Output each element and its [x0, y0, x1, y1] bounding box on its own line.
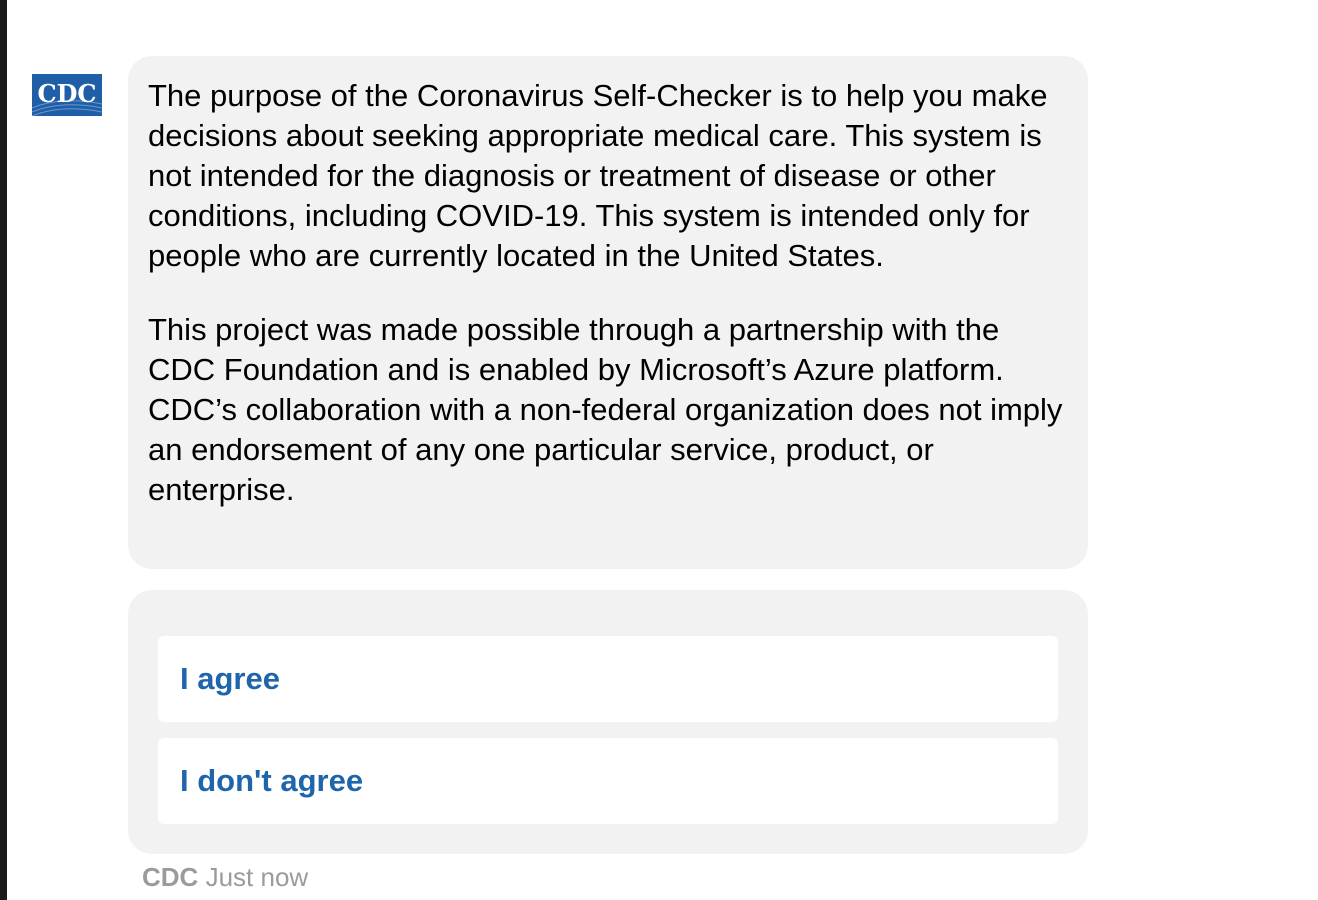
i-dont-agree-button[interactable]: I don't agree — [158, 738, 1058, 824]
message-meta: CDC Just now — [142, 862, 308, 892]
message-paragraph-partnership: This project was made possible through a… — [148, 312, 1063, 507]
i-agree-button[interactable]: I agree — [158, 636, 1058, 722]
message-paragraph-purpose: The purpose of the Coronavirus Self-Chec… — [148, 78, 1048, 273]
window-left-border — [0, 0, 7, 900]
cdc-avatar: CDC — [32, 74, 102, 116]
message-timestamp: Just now — [205, 862, 309, 892]
message-bubble: The purpose of the Coronavirus Self-Chec… — [128, 56, 1088, 569]
sender-name: CDC — [142, 862, 199, 892]
choices-card: I agree I don't agree — [128, 590, 1088, 854]
cdc-logo-icon: CDC — [32, 74, 102, 116]
avatar-text: CDC — [37, 79, 96, 108]
